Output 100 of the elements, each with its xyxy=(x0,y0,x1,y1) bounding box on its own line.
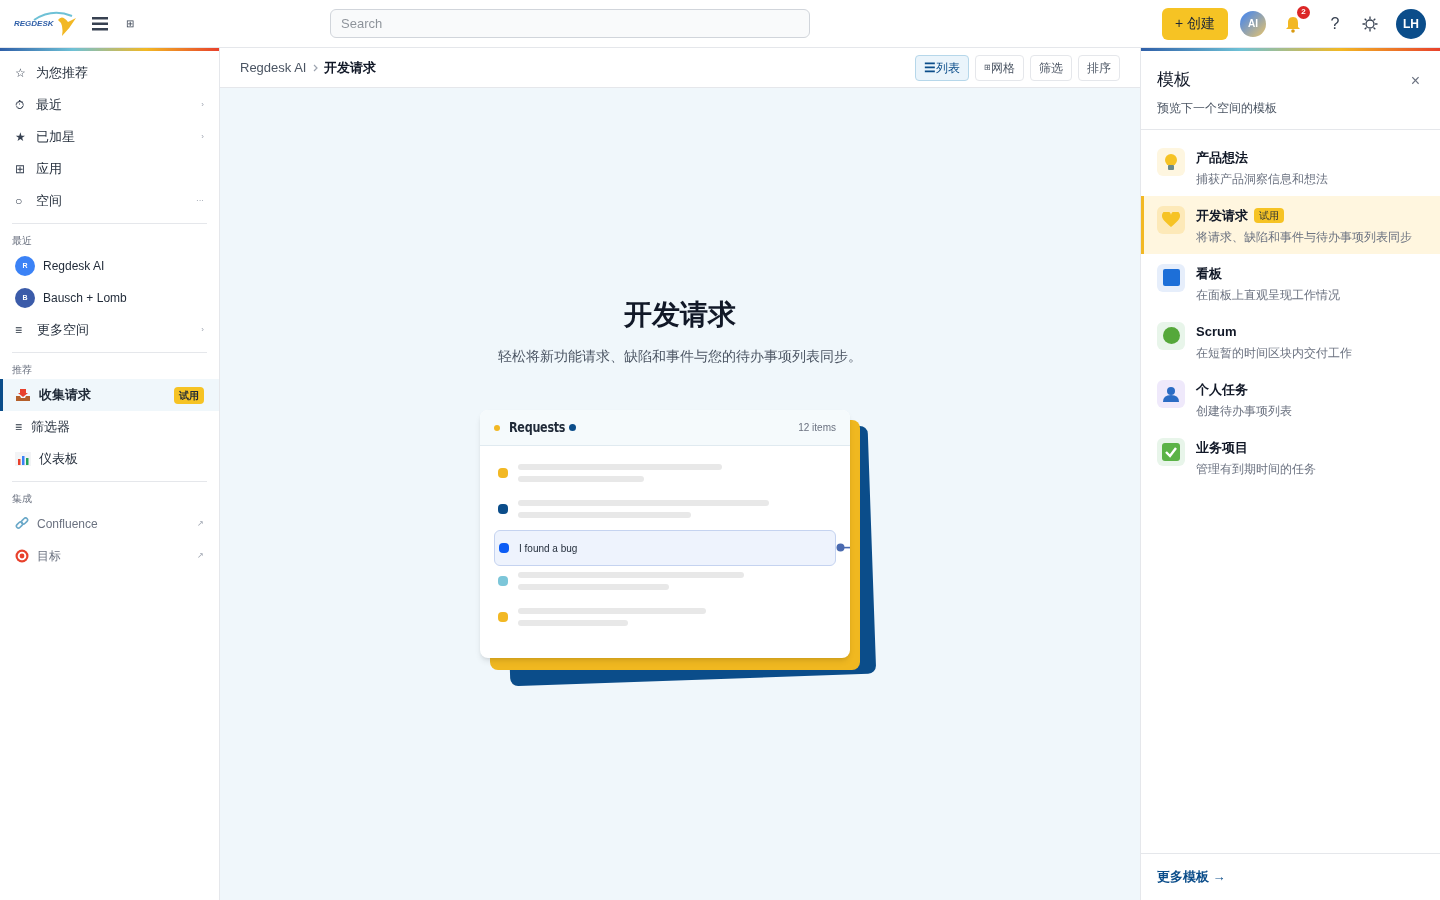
check-mark-icon xyxy=(1162,442,1180,461)
space-label: Regdesk AI xyxy=(43,258,105,275)
item-label: Confluence xyxy=(37,516,98,533)
card-title: Requests xyxy=(509,418,566,437)
nav-label: 为您推荐 xyxy=(36,64,88,83)
nav-glyph-icon: ⊞ xyxy=(15,160,33,178)
sidebar-item[interactable]: 目标 ↗ xyxy=(0,540,219,572)
dot-icon xyxy=(494,424,500,431)
bar-chart-icon xyxy=(15,452,31,466)
page-title: 开发请求 xyxy=(624,298,736,332)
link-icon xyxy=(15,517,29,531)
menu-icon[interactable] xyxy=(92,16,108,31)
help-button[interactable]: ? xyxy=(1320,8,1350,39)
chevron-icon: › xyxy=(201,99,204,111)
logo[interactable]: REGDESK xyxy=(14,9,78,38)
template-item[interactable]: 看板 在面板上直观呈现工作情况 xyxy=(1141,253,1440,312)
sidebar-item[interactable]: ⏱ 最近 › xyxy=(12,89,207,121)
sidebar-item[interactable]: ≡ 筛选器 xyxy=(0,411,219,443)
nav-label: 已加星 xyxy=(36,128,75,147)
connector-handle-icon xyxy=(836,543,850,552)
light-bulb-icon xyxy=(1164,152,1178,171)
template-title: 产品想法 xyxy=(1196,148,1248,167)
circle-icon xyxy=(1162,327,1180,344)
sidebar-item[interactable]: 收集请求 试用 xyxy=(0,379,219,411)
chevron-icon: › xyxy=(201,324,204,336)
list-glyph-icon: ≡ xyxy=(15,418,29,436)
settings-icon[interactable] xyxy=(1362,15,1378,32)
space-label: Bausch + Lomb xyxy=(43,290,127,307)
target-icon xyxy=(15,549,29,563)
trial-badge: 试用 xyxy=(1254,207,1284,223)
section-heading: 最近 xyxy=(11,234,33,248)
section-heading: 集成 xyxy=(11,492,33,506)
template-description: 捕获产品洞察信息和想法 xyxy=(1196,171,1328,188)
toolbar-button[interactable]: 筛选 xyxy=(1030,54,1072,81)
template-title: 业务项目 xyxy=(1196,438,1248,457)
chevron-icon: ··· xyxy=(196,195,204,207)
chevron-icon xyxy=(312,63,318,72)
user-avatar[interactable]: LH xyxy=(1396,8,1426,39)
template-title: Scrum xyxy=(1196,322,1237,341)
template-description: 在面板上直观呈现工作情况 xyxy=(1196,287,1340,304)
template-title: 看板 xyxy=(1196,264,1222,283)
inbox-tray-icon xyxy=(15,388,31,402)
close-button[interactable]: × xyxy=(1410,69,1420,93)
apps-button[interactable]: ⊞ xyxy=(126,16,134,31)
request-title: I found a bug xyxy=(519,541,578,556)
item-count: 12 items xyxy=(798,421,836,435)
template-item[interactable]: 产品想法 捕获产品洞察信息和想法 xyxy=(1141,137,1440,196)
chevron-icon: ↗ xyxy=(197,518,204,530)
item-label: 目标 xyxy=(37,548,61,565)
nav-glyph-icon: ★ xyxy=(15,128,33,146)
item-label: 收集请求 xyxy=(39,386,91,405)
nav-label: 应用 xyxy=(36,160,62,179)
notification-badge: 2 xyxy=(1297,5,1310,19)
square-icon xyxy=(1162,269,1180,286)
template-title: 个人任务 xyxy=(1196,380,1248,399)
list-glyph-icon: ≡ xyxy=(15,321,29,339)
template-item[interactable]: 开发请求 试用 将请求、缺陷和事件与待办事项列表同步 xyxy=(1141,195,1440,254)
nav-label: 最近 xyxy=(36,96,62,115)
template-description: 管理有到期时间的任务 xyxy=(1196,461,1316,478)
nav-glyph-icon: ☆ xyxy=(15,64,33,82)
create-button[interactable]: + 创建 xyxy=(1161,7,1228,40)
sidebar-item[interactable]: ⊞ 应用 xyxy=(12,153,207,185)
template-description: 将请求、缺陷和事件与待办事项列表同步 xyxy=(1196,229,1412,246)
template-description: 在短暂的时间区块内交付工作 xyxy=(1196,345,1352,362)
template-description: 创建待办事项列表 xyxy=(1196,403,1292,420)
page-subtitle: 轻松将新功能请求、缺陷和事件与您的待办事项列表同步。 xyxy=(498,347,862,366)
chevron-icon: ↗ xyxy=(197,550,204,562)
search-field[interactable]: Search xyxy=(330,9,810,38)
more-templates-link[interactable]: 更多模板 → xyxy=(1157,867,1226,887)
panel-title: 模板 xyxy=(1157,69,1192,91)
breadcrumb-item[interactable]: Regdesk AI xyxy=(240,57,307,78)
sidebar-item[interactable]: 仪表板 xyxy=(0,443,219,475)
chevron-icon: › xyxy=(201,131,204,143)
dot-icon xyxy=(569,424,577,431)
breadcrumb-item: 开发请求 xyxy=(323,58,376,77)
nav-glyph-icon: ⏱ xyxy=(15,96,33,114)
toolbar-button[interactable]: ⊞网格 xyxy=(975,54,1024,81)
sidebar-item[interactable]: Confluence ↗ xyxy=(0,508,219,540)
trial-badge: 试用 xyxy=(174,386,204,404)
template-item[interactable]: 个人任务 创建待办事项列表 xyxy=(1141,369,1440,428)
item-label: 更多空间 xyxy=(37,321,89,340)
nav-glyph-icon: ○ xyxy=(15,192,33,210)
sidebar-item[interactable]: ☆ 为您推荐 xyxy=(12,57,207,89)
sidebar-item[interactable]: ★ 已加星 › xyxy=(12,121,207,153)
template-item[interactable]: 业务项目 管理有到期时间的任务 xyxy=(1141,427,1440,486)
toolbar-button[interactable]: ☰列表 xyxy=(915,54,969,81)
logo-text: REGDESK xyxy=(14,17,54,30)
toolbar-button[interactable]: 排序 xyxy=(1078,54,1120,81)
item-label: 筛选器 xyxy=(31,418,70,437)
template-title: 开发请求 xyxy=(1196,206,1248,225)
heart-icon xyxy=(1162,211,1180,228)
nav-label: 空间 xyxy=(36,192,62,211)
sidebar-item[interactable]: ○ 空间 ··· xyxy=(12,185,207,217)
section-heading: 推荐 xyxy=(11,363,33,377)
template-item[interactable]: Scrum 在短暂的时间区块内交付工作 xyxy=(1141,311,1440,370)
bell-icon[interactable] xyxy=(1284,14,1302,33)
sidebar-item[interactable]: ≡ 更多空间 › xyxy=(0,314,219,346)
panel-subtitle: 预览下一个空间的模板 xyxy=(1157,99,1277,117)
person-icon xyxy=(1163,385,1179,402)
item-label: 仪表板 xyxy=(39,450,78,469)
